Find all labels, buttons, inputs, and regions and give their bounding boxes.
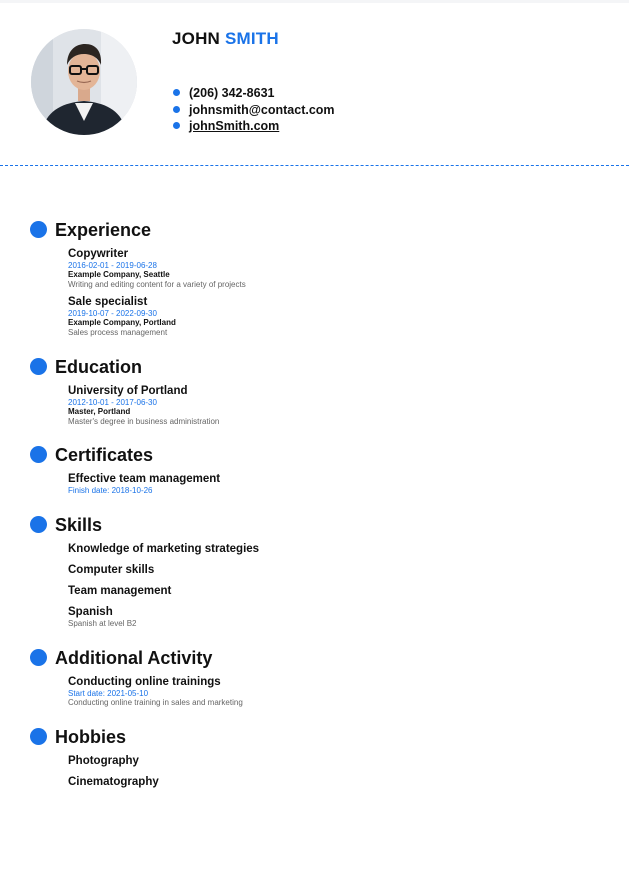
section-skills-heading: Skills	[30, 515, 102, 535]
entry-desc: Conducting online training in sales and …	[68, 698, 243, 707]
phone-text: (206) 342-8631	[189, 86, 275, 100]
bullet-icon	[30, 516, 47, 533]
phone-item: (206) 342-8631	[172, 85, 335, 102]
section-experience-heading: Experience	[30, 220, 151, 240]
entry-date: 2016-02-01 - 2019-06-28	[68, 261, 157, 270]
entry-desc: Spanish at level B2	[68, 619, 137, 628]
section-certificates-heading: Certificates	[30, 445, 153, 465]
email-text: johnsmith@contact.com	[189, 102, 335, 117]
entry-title: Sale specialist	[68, 296, 148, 308]
skill-entry: Team management	[68, 585, 171, 598]
section-title: Experience	[55, 220, 152, 240]
entry-desc: Master's degree in business administrati…	[68, 417, 220, 426]
entry-org: Example Company, Portland	[68, 318, 176, 327]
section-education-heading: Education	[30, 357, 142, 377]
profile-photo	[31, 29, 137, 135]
bullet-icon	[30, 446, 47, 463]
skill-entry: Knowledge of marketing strategies	[68, 543, 259, 556]
avatar	[31, 29, 137, 135]
section-hobbies-heading: Hobbies	[30, 727, 126, 747]
bullet-icon	[30, 649, 47, 666]
header-divider	[0, 165, 629, 166]
contact-list: (206) 342-8631 johnsmith@contact.com joh…	[172, 85, 335, 135]
skill-entry: Computer skills	[68, 564, 154, 577]
bullet-icon	[30, 358, 47, 375]
last-name: SMITH	[224, 29, 279, 48]
activity-entry: Conducting online trainings Start date: …	[68, 676, 243, 707]
section-title: Additional Activity	[55, 648, 213, 668]
section-title: Hobbies	[55, 727, 127, 747]
entry-title: Effective team management	[68, 473, 221, 485]
entry-title: Photography	[68, 755, 139, 767]
experience-entry: Sale specialist 2019-10-07 - 2022-09-30 …	[68, 296, 176, 337]
website-link[interactable]: johnSmith.com	[189, 119, 279, 133]
entry-title: Copywriter	[68, 248, 129, 260]
entry-date: Finish date: 2018-10-26	[68, 486, 153, 495]
entry-desc: Sales process management	[68, 328, 168, 337]
email-item: johnsmith@contact.com	[172, 102, 335, 119]
hobby-entry: Cinematography	[68, 776, 159, 789]
entry-title: Cinematography	[68, 776, 159, 788]
bullet-icon	[30, 728, 47, 745]
section-title: Certificates	[55, 445, 154, 465]
certificate-entry: Effective team management Finish date: 2…	[68, 473, 220, 495]
entry-title: University of Portland	[68, 385, 188, 397]
education-entry: University of Portland 2012-10-01 - 2017…	[68, 385, 219, 426]
top-bar	[0, 0, 629, 3]
hobby-entry: Photography	[68, 755, 139, 768]
first-name: JOHN	[172, 29, 221, 48]
section-additional-heading: Additional Activity	[30, 648, 212, 668]
entry-desc: Writing and editing content for a variet…	[68, 280, 246, 289]
entry-title: Team management	[68, 585, 172, 597]
bullet-icon	[30, 221, 47, 238]
entry-date: 2012-10-01 - 2017-06-30	[68, 398, 157, 407]
website-item: johnSmith.com	[172, 118, 335, 135]
entry-title: Computer skills	[68, 564, 155, 576]
section-title: Education	[55, 357, 143, 377]
entry-date: Start date: 2021-05-10	[68, 689, 149, 698]
skill-entry: Spanish Spanish at level B2	[68, 606, 137, 628]
section-title: Skills	[55, 515, 103, 535]
entry-org: Example Company, Seattle	[68, 270, 170, 279]
entry-title: Spanish	[68, 606, 113, 618]
entry-title: Conducting online trainings	[68, 676, 221, 688]
entry-date: 2019-10-07 - 2022-09-30	[68, 309, 157, 318]
entry-title: Knowledge of marketing strategies	[68, 543, 260, 555]
experience-entry: Copywriter 2016-02-01 - 2019-06-28 Examp…	[68, 248, 246, 289]
entry-org: Master, Portland	[68, 407, 131, 416]
candidate-name: JOHN SMITH	[172, 29, 279, 49]
